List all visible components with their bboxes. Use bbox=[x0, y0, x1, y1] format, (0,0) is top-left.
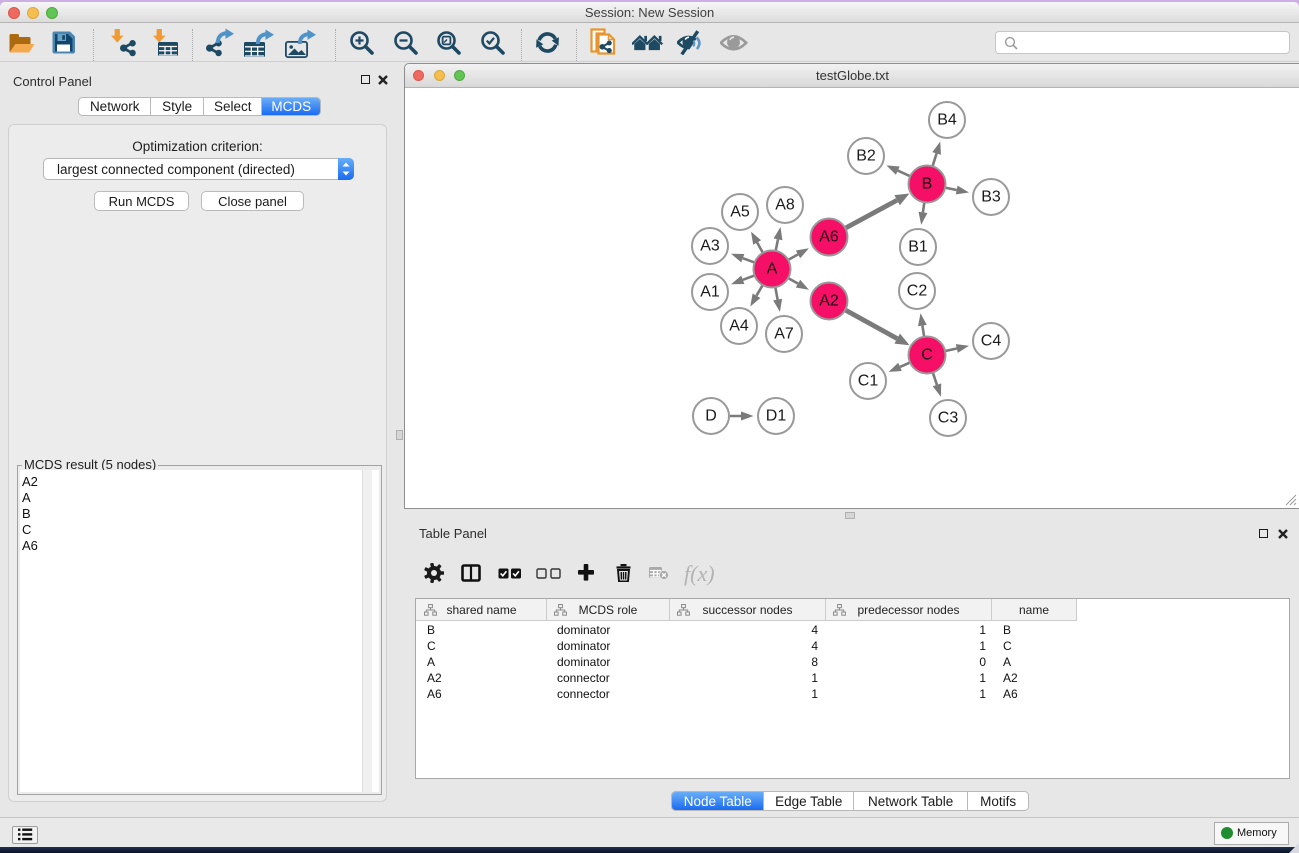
svg-text:A6: A6 bbox=[819, 229, 839, 246]
svg-text:A8: A8 bbox=[775, 197, 795, 214]
svg-text:B2: B2 bbox=[856, 148, 876, 165]
svg-text:B4: B4 bbox=[937, 112, 957, 129]
svg-text:C: C bbox=[921, 347, 933, 364]
svg-text:C4: C4 bbox=[981, 333, 1002, 350]
svg-text:A3: A3 bbox=[700, 238, 720, 255]
svg-text:C3: C3 bbox=[938, 410, 959, 427]
svg-text:A4: A4 bbox=[729, 318, 749, 335]
svg-text:B1: B1 bbox=[908, 239, 928, 256]
svg-text:C1: C1 bbox=[858, 373, 879, 390]
svg-text:C2: C2 bbox=[907, 283, 928, 300]
svg-text:A7: A7 bbox=[774, 326, 794, 343]
svg-text:A5: A5 bbox=[730, 204, 750, 221]
svg-text:A2: A2 bbox=[819, 293, 839, 310]
svg-text:D: D bbox=[705, 408, 717, 425]
svg-text:D1: D1 bbox=[766, 408, 787, 425]
svg-text:A1: A1 bbox=[700, 284, 720, 301]
svg-text:B3: B3 bbox=[981, 189, 1001, 206]
svg-text:A: A bbox=[767, 261, 778, 278]
svg-text:B: B bbox=[922, 176, 933, 193]
